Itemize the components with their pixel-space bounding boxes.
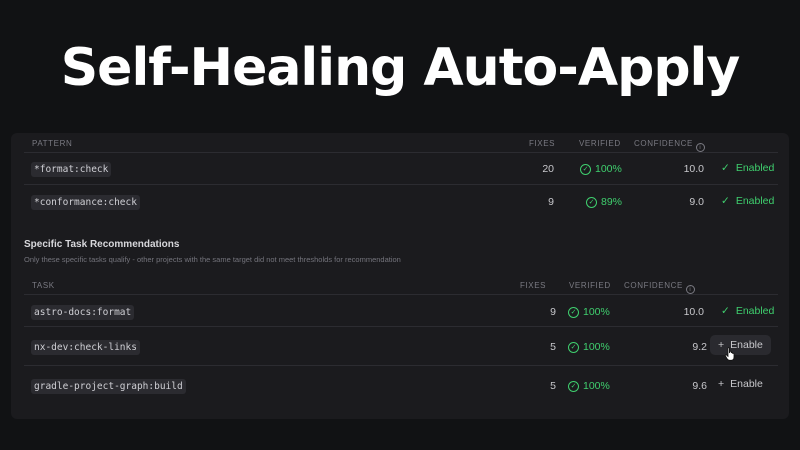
check-circle-icon: ✓ <box>586 196 597 208</box>
verified-rate: ✓ 89% <box>586 196 622 208</box>
table-row: nx-dev:check-links 5 ✓ 100% 9.2 + Enable <box>24 326 778 365</box>
check-circle-icon: ✓ <box>568 306 579 318</box>
pattern-name: *conformance:check <box>31 195 140 210</box>
fixes-count: 5 <box>550 341 556 353</box>
enabled-toggle[interactable]: ✓ Enabled <box>721 162 774 174</box>
verified-rate: ✓ 100% <box>568 380 610 392</box>
confidence-score: 9.2 <box>692 341 707 353</box>
fixes-count: 9 <box>548 196 554 208</box>
check-circle-icon: ✓ <box>568 341 579 353</box>
verified-rate: ✓ 100% <box>568 306 610 318</box>
auto-apply-panel: PATTERN FIXES VERIFIED CONFIDENCE i *form… <box>11 133 789 419</box>
column-header-fixes: FIXES <box>520 281 547 290</box>
plus-icon: + <box>718 378 725 390</box>
verified-rate: ✓ 100% <box>568 341 610 353</box>
info-icon[interactable]: i <box>695 143 705 152</box>
section-subtitle: Only these specific tasks qualify - othe… <box>24 255 401 264</box>
verified-rate: ✓ 100% <box>580 163 622 175</box>
enable-button[interactable]: + Enable <box>710 374 771 394</box>
confidence-score: 10.0 <box>683 163 704 175</box>
info-icon[interactable]: i <box>685 285 695 294</box>
task-name: astro-docs:format <box>31 305 135 320</box>
table-row: *conformance:check 9 ✓ 89% 9.0 ✓ Enabled <box>24 184 778 216</box>
column-header-confidence: CONFIDENCE i <box>624 281 695 294</box>
check-icon: ✓ <box>721 305 730 317</box>
confidence-score: 9.6 <box>692 380 707 392</box>
check-icon: ✓ <box>721 195 730 207</box>
confidence-score: 9.0 <box>689 196 704 208</box>
enabled-toggle[interactable]: ✓ Enabled <box>721 305 774 317</box>
table-row: gradle-project-graph:build 5 ✓ 100% 9.6 +… <box>24 365 778 404</box>
pattern-name: *format:check <box>31 162 112 177</box>
enable-button[interactable]: + Enable <box>710 335 771 355</box>
column-header-task: TASK <box>32 281 55 290</box>
section-title: Specific Task Recommendations <box>24 239 180 250</box>
hand-pointer-icon <box>724 347 735 361</box>
page-title: Self-Healing Auto-Apply <box>60 38 741 98</box>
column-header-verified: VERIFIED <box>579 139 621 148</box>
column-header-verified: VERIFIED <box>569 281 611 290</box>
fixes-count: 5 <box>550 380 556 392</box>
check-circle-icon: ✓ <box>580 163 591 175</box>
task-name: gradle-project-graph:build <box>31 379 186 394</box>
column-header-pattern: PATTERN <box>32 139 73 148</box>
enabled-toggle[interactable]: ✓ Enabled <box>721 195 774 207</box>
task-name: nx-dev:check-links <box>31 340 140 355</box>
table-row: astro-docs:format 9 ✓ 100% 10.0 ✓ Enabled <box>24 294 778 326</box>
fixes-count: 9 <box>550 306 556 318</box>
confidence-score: 10.0 <box>683 306 704 318</box>
check-icon: ✓ <box>721 162 730 174</box>
check-circle-icon: ✓ <box>568 380 579 392</box>
table-row: *format:check 20 ✓ 100% 10.0 ✓ Enabled <box>24 152 778 184</box>
column-header-confidence: CONFIDENCE i <box>634 139 705 152</box>
column-header-fixes: FIXES <box>529 139 556 148</box>
fixes-count: 20 <box>542 163 554 175</box>
